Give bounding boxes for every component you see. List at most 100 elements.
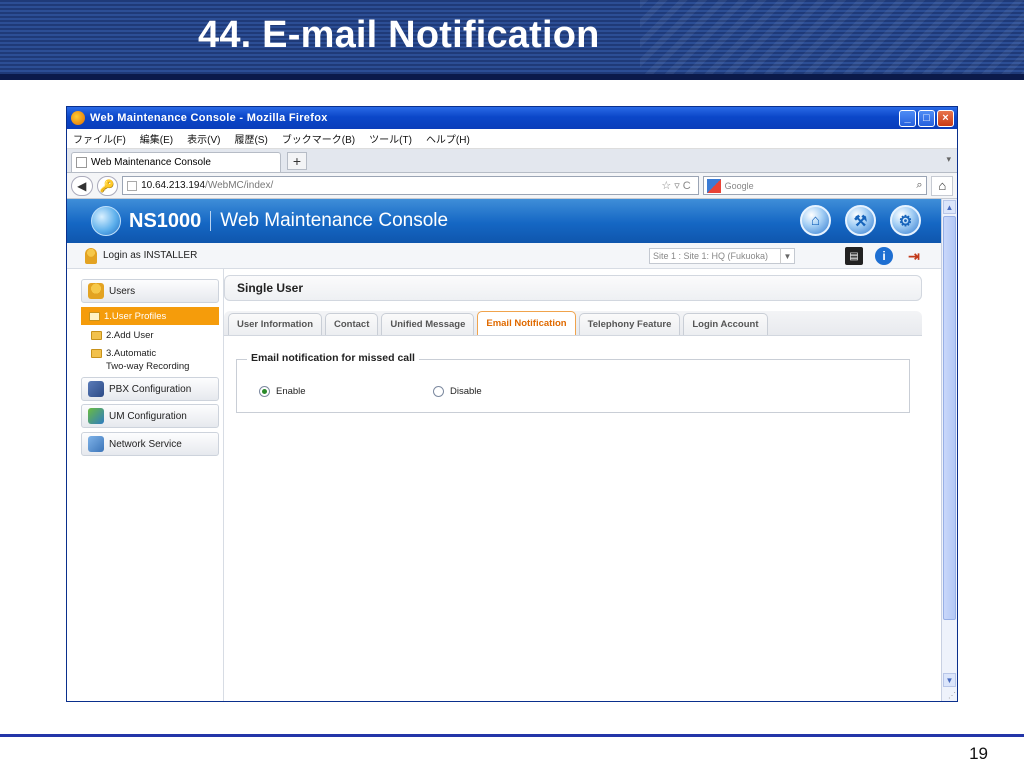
url-domain: 10.64.213.194 [141,180,206,191]
page-icon [127,180,138,191]
window-title: Web Maintenance Console - Mozilla Firefo… [90,112,328,124]
sidebar-item-label: PBX Configuration [109,383,192,395]
app-header: NS1000 Web Maintenance Console ⌂ ⚒ ⚙ [67,199,941,243]
sidebar-subitem-automatic-recording[interactable]: 3.Automatic Two-way Recording [91,347,189,373]
enable-label: Enable [276,386,306,397]
page-title: Single User [224,275,922,301]
site-select-value: Site 1 : Site 1: HQ (Fukuoka) [653,251,769,261]
tab-email-notification[interactable]: Email Notification [477,311,576,335]
vertical-scrollbar[interactable]: ▲ ▼ ⋰ [941,199,957,701]
scroll-up-icon[interactable]: ▲ [943,200,956,214]
search-icon[interactable]: ⌕ [916,179,922,192]
browser-tab-bar: Web Maintenance Console + ▾ [67,149,957,173]
maintenance-button-icon[interactable]: ⚙ [890,205,921,236]
tab-user-information[interactable]: User Information [228,313,323,335]
radio-selected-icon [259,386,270,397]
browser-tab[interactable]: Web Maintenance Console [71,152,281,172]
login-bar: Login as INSTALLER Site 1 : Site 1: HQ (… [67,243,941,269]
menu-bar: ファイル(F) 編集(E) 表示(V) 履歴(S) ブックマーク(B) ツール(… [67,129,957,149]
login-label: Login as INSTALLER [103,250,198,261]
new-tab-button[interactable]: + [287,152,307,170]
search-placeholder: Google [724,180,754,191]
user-icon [85,247,97,264]
url-path: /WebMC/index/ [205,180,274,191]
search-field[interactable]: Google ⌕ [702,176,928,195]
folder-icon [91,349,102,358]
radio-unselected-icon [433,386,444,397]
sidebar-subitem-label: 1.User Profiles [104,310,167,322]
sidebar-item-network-service[interactable]: Network Service [81,432,219,456]
disable-radio[interactable]: Disable [433,386,482,397]
close-button[interactable]: × [937,109,954,127]
menu-view[interactable]: 表示(V) [187,131,220,146]
globe-logo-icon [91,206,121,236]
folder-icon [89,311,100,321]
tab-telephony-feature[interactable]: Telephony Feature [578,313,681,335]
favicon-icon [76,157,87,168]
tab-login-account[interactable]: Login Account [683,313,768,335]
sidebar-item-users[interactable]: Users [81,279,219,303]
sidebar-subitem-label: 3.Automatic [106,348,157,359]
page-content: NS1000 Web Maintenance Console ⌂ ⚒ ⚙ Log… [67,199,941,701]
identity-icon[interactable]: 🔑 [96,175,119,196]
tab-unified-message[interactable]: Unified Message [381,313,475,335]
navigation-bar: ◀ 🔑 10.64.213.194/WebMC/index/ ☆▿C Googl… [67,173,957,199]
enable-radio[interactable]: Enable [259,386,306,397]
menu-bookmarks[interactable]: ブックマーク(B) [282,131,355,146]
window-titlebar: Web Maintenance Console - Mozilla Firefo… [67,107,957,129]
user-folder-icon [88,283,104,299]
bookmark-star-icon[interactable]: ☆▿C [661,179,693,192]
chevron-down-icon: ▼ [780,249,794,263]
tab-strip: User Information Contact Unified Message… [224,311,922,336]
menu-help[interactable]: ヘルプ(H) [426,131,470,146]
browser-window: Web Maintenance Console - Mozilla Firefo… [66,106,958,702]
app-name: Web Maintenance Console [220,210,449,231]
tab-contact[interactable]: Contact [325,313,379,335]
pbx-icon [88,381,104,397]
main-panel: Single User User Information Contact Uni… [224,269,941,701]
google-icon [706,178,721,193]
maximize-button[interactable]: □ [918,109,935,127]
slide-title: 44. E-mail Notification [198,14,600,56]
header-bar [0,74,1024,80]
home-icon[interactable]: ⌂ [931,175,954,196]
header-separator [210,211,212,231]
menu-edit[interactable]: 編集(E) [140,131,173,146]
url-field[interactable]: 10.64.213.194/WebMC/index/ ☆▿C [122,176,699,195]
sidebar-subitem-user-profiles[interactable]: 1.User Profiles [81,307,219,325]
menu-file[interactable]: ファイル(F) [73,131,126,146]
scroll-thumb[interactable] [943,216,956,620]
footer-line [0,734,1024,737]
sidebar-item-label: UM Configuration [109,410,187,422]
firefox-icon [71,111,85,125]
minimize-button[interactable]: _ [899,109,916,127]
scroll-down-icon[interactable]: ▼ [943,673,956,687]
menu-history[interactable]: 履歴(S) [234,131,267,146]
home-button-icon[interactable]: ⌂ [800,205,831,236]
brand-name: NS1000 [129,209,202,232]
menu-tools[interactable]: ツール(T) [369,131,412,146]
resize-grip-icon[interactable]: ⋰ [948,691,956,700]
browser-tab-title: Web Maintenance Console [91,157,211,168]
missed-call-fieldset: Email notification for missed call Enabl… [236,352,910,413]
sidebar-subitem-add-user[interactable]: 2.Add User [91,329,154,342]
tab-list-icon[interactable]: ▾ [946,154,951,165]
sidebar-item-um-configuration[interactable]: UM Configuration [81,404,219,428]
tools-button-icon[interactable]: ⚒ [845,205,876,236]
info-icon[interactable]: i [875,247,893,265]
sidebar-subitem-label: 2.Add User [106,330,154,341]
page-number: 19 [969,744,988,763]
um-icon [88,408,104,424]
disable-label: Disable [450,386,482,397]
logout-icon[interactable]: ⇥ [905,247,923,265]
folder-icon [91,331,102,340]
sidebar-item-label: Network Service [109,438,182,450]
save-icon[interactable]: ▤ [845,247,863,265]
back-button[interactable]: ◀ [71,175,93,196]
sidebar: Users 1.User Profiles 2.Add User 3.Autom… [67,269,224,701]
site-select[interactable]: Site 1 : Site 1: HQ (Fukuoka) ▼ [649,248,795,264]
sidebar-subitem-label-line2: Two-way Recording [106,361,190,372]
sidebar-item-pbx-configuration[interactable]: PBX Configuration [81,377,219,401]
fieldset-legend: Email notification for missed call [247,352,419,364]
sidebar-item-label: Users [109,285,136,297]
